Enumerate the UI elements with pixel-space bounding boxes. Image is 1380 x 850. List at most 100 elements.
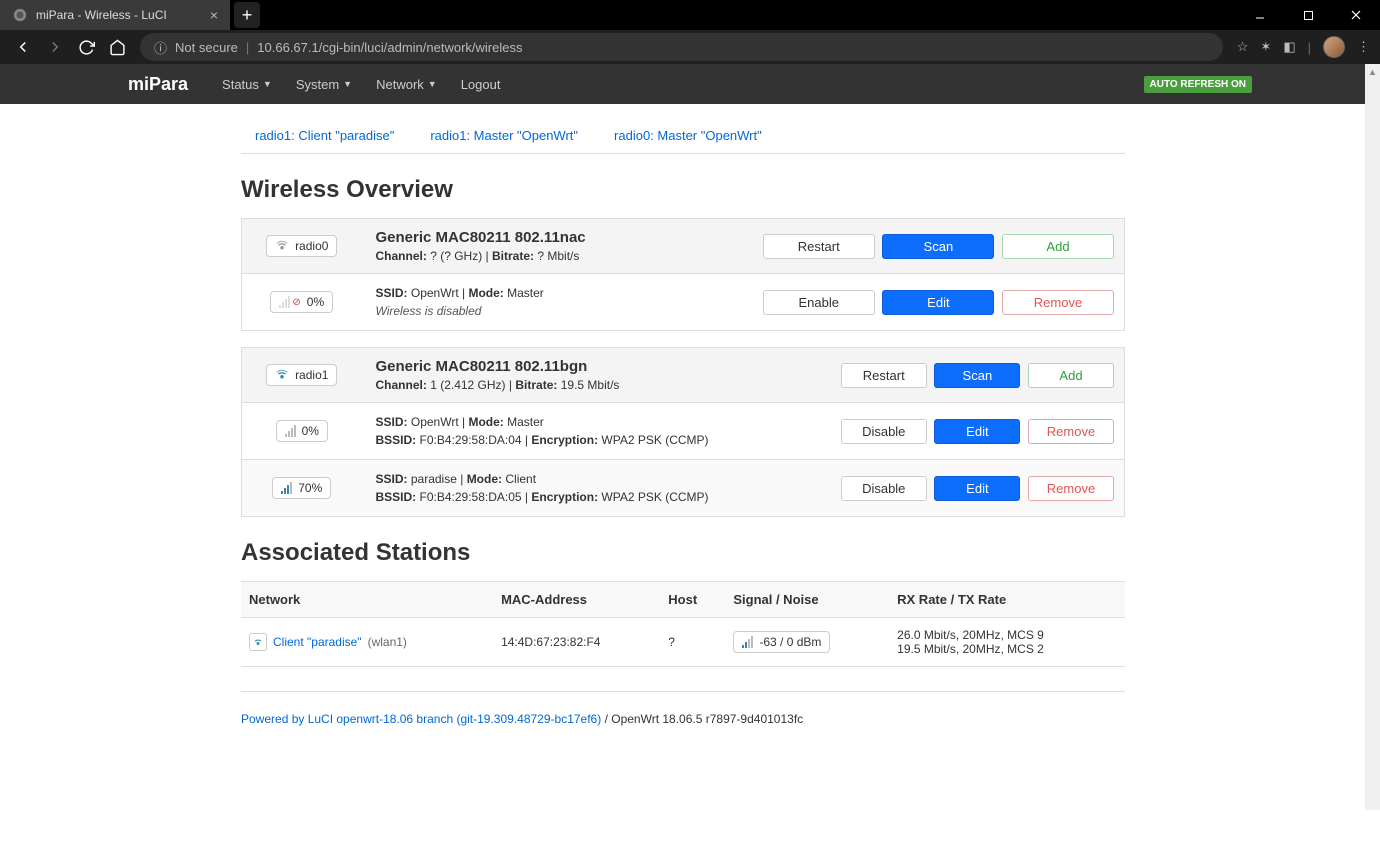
device-title: Generic MAC80211 802.11bgn xyxy=(376,358,761,375)
assoc-mac: 14:4D:67:23:82:F4 xyxy=(493,618,660,667)
device-title: Generic MAC80211 802.11nac xyxy=(376,229,735,246)
table-header-row: Network MAC-Address Host Signal / Noise … xyxy=(241,582,1125,618)
disable-button[interactable]: Disable xyxy=(841,476,927,501)
star-icon[interactable]: ☆ xyxy=(1237,39,1249,55)
tab-title: miPara - Wireless - LuCI xyxy=(36,8,167,22)
menu-status[interactable]: Status▼ xyxy=(222,77,272,92)
menu-network[interactable]: Network▼ xyxy=(376,77,437,92)
scan-button[interactable]: Scan xyxy=(882,234,994,259)
network-row: ⊘ 0% SSID: OpenWrt | Mode: Master Wirele… xyxy=(242,274,1125,331)
separator: | xyxy=(246,40,249,55)
chevron-down-icon: ▼ xyxy=(263,79,272,89)
footer-text: / OpenWrt 18.06.5 r7897-9d401013fc xyxy=(601,712,803,726)
window-controls xyxy=(1236,0,1380,30)
device-row-radio0: radio0 Generic MAC80211 802.11nac Channe… xyxy=(242,219,1125,274)
network-row: 70% SSID: paradise | Mode: Client BSSID:… xyxy=(242,460,1125,517)
signal-icon xyxy=(742,636,753,648)
assoc-rate: 26.0 Mbit/s, 20MHz, MCS 9 19.5 Mbit/s, 2… xyxy=(889,618,1125,667)
sub-tabs: radio1: Client "paradise" radio1: Master… xyxy=(241,120,1125,154)
remove-button[interactable]: Remove xyxy=(1028,419,1114,444)
window-close-button[interactable] xyxy=(1332,0,1380,30)
signal-badge: ⊘ 0% xyxy=(270,291,333,313)
address-bar: ⓘ Not secure | 10.66.67.1/cgi-bin/luci/a… xyxy=(0,30,1380,64)
minimize-button[interactable] xyxy=(1236,0,1284,30)
section-title: Associated Stations xyxy=(241,539,1125,567)
disabled-icon: ⊘ xyxy=(292,297,300,308)
col-host: Host xyxy=(660,582,725,618)
radio-badge: radio0 xyxy=(266,235,337,257)
separator: | xyxy=(1308,40,1311,55)
add-button[interactable]: Add xyxy=(1028,363,1114,388)
edit-button[interactable]: Edit xyxy=(934,476,1020,501)
app-header: miPara Status▼ System▼ Network▼ Logout A… xyxy=(0,64,1380,104)
scrollbar[interactable]: ▲ xyxy=(1365,64,1380,810)
extension2-icon[interactable]: ◧ xyxy=(1283,39,1295,55)
maximize-button[interactable] xyxy=(1284,0,1332,30)
chevron-down-icon: ▼ xyxy=(343,79,352,89)
browser-chrome: miPara - Wireless - LuCI × + ⓘ Not secur… xyxy=(0,0,1380,64)
network-row: 0% SSID: OpenWrt | Mode: Master BSSID: F… xyxy=(242,403,1125,460)
assoc-iface: (wlan1) xyxy=(368,635,407,649)
forward-button[interactable] xyxy=(46,38,64,56)
tab-radio0-master[interactable]: radio0: Master "OpenWrt" xyxy=(614,128,762,143)
footer: Powered by LuCI openwrt-18.06 branch (gi… xyxy=(241,691,1125,726)
remove-button[interactable]: Remove xyxy=(1028,476,1114,501)
close-icon[interactable]: × xyxy=(210,7,218,23)
wireless-overview-table: radio0 Generic MAC80211 802.11nac Channe… xyxy=(241,218,1125,331)
url-input[interactable]: ⓘ Not secure | 10.66.67.1/cgi-bin/luci/a… xyxy=(140,33,1223,61)
table-row: Client "paradise" (wlan1) 14:4D:67:23:82… xyxy=(241,618,1125,667)
radio-badge: radio1 xyxy=(266,364,337,386)
remove-button[interactable]: Remove xyxy=(1002,290,1114,315)
edit-button[interactable]: Edit xyxy=(934,419,1020,444)
menu-system[interactable]: System▼ xyxy=(296,77,352,92)
wireless-overview-table-2: radio1 Generic MAC80211 802.11bgn Channe… xyxy=(241,347,1125,517)
associated-stations-table: Network MAC-Address Host Signal / Noise … xyxy=(241,581,1125,667)
col-signal: Signal / Noise xyxy=(725,582,889,618)
col-network: Network xyxy=(241,582,493,618)
restart-button[interactable]: Restart xyxy=(841,363,927,388)
tab-radio1-master[interactable]: radio1: Master "OpenWrt" xyxy=(430,128,578,143)
scan-button[interactable]: Scan xyxy=(934,363,1020,388)
brand[interactable]: miPara xyxy=(128,74,188,95)
menu-icon[interactable]: ⋮ xyxy=(1357,39,1370,55)
enable-button[interactable]: Enable xyxy=(763,290,875,315)
signal-icon xyxy=(285,425,296,437)
auto-refresh-badge[interactable]: AUTO REFRESH ON xyxy=(1144,76,1253,93)
radio-icon xyxy=(275,368,289,382)
tab-radio1-client[interactable]: radio1: Client "paradise" xyxy=(255,128,394,143)
tab-bar: miPara - Wireless - LuCI × + xyxy=(0,0,1380,30)
device-row-radio1: radio1 Generic MAC80211 802.11bgn Channe… xyxy=(242,348,1125,403)
add-button[interactable]: Add xyxy=(1002,234,1114,259)
device-subtitle: Channel: 1 (2.412 GHz) | Bitrate: 19.5 M… xyxy=(376,378,761,392)
new-tab-button[interactable]: + xyxy=(234,2,260,28)
footer-link[interactable]: Powered by LuCI openwrt-18.06 branch (gi… xyxy=(241,712,601,726)
signal-icon xyxy=(281,482,292,494)
menu-logout[interactable]: Logout xyxy=(461,77,501,92)
device-subtitle: Channel: ? (? GHz) | Bitrate: ? Mbit/s xyxy=(376,249,735,263)
favicon-icon xyxy=(12,7,28,23)
wifi-icon xyxy=(249,633,267,651)
not-secure-label: Not secure xyxy=(175,40,238,55)
home-button[interactable] xyxy=(109,39,126,56)
col-rate: RX Rate / TX Rate xyxy=(889,582,1125,618)
reload-button[interactable] xyxy=(78,39,95,56)
profile-avatar[interactable] xyxy=(1323,36,1345,58)
site-info-icon[interactable]: ⓘ xyxy=(154,38,167,57)
signal-icon xyxy=(279,296,290,308)
extension-icon[interactable]: ✶ xyxy=(1260,39,1271,55)
chevron-down-icon: ▼ xyxy=(428,79,437,89)
col-mac: MAC-Address xyxy=(493,582,660,618)
disable-button[interactable]: Disable xyxy=(841,419,927,444)
url-text: 10.66.67.1/cgi-bin/luci/admin/network/wi… xyxy=(257,40,522,55)
assoc-signal-badge: -63 / 0 dBm xyxy=(733,631,830,653)
scroll-up-icon[interactable]: ▲ xyxy=(1365,64,1380,80)
assoc-network-cell: Client "paradise" (wlan1) xyxy=(249,633,485,651)
signal-badge: 0% xyxy=(276,420,328,442)
assoc-network-link[interactable]: Client "paradise" xyxy=(273,635,362,649)
signal-badge: 70% xyxy=(272,477,331,499)
browser-tab[interactable]: miPara - Wireless - LuCI × xyxy=(0,0,230,30)
back-button[interactable] xyxy=(14,38,32,56)
restart-button[interactable]: Restart xyxy=(763,234,875,259)
radio-icon xyxy=(275,239,289,253)
edit-button[interactable]: Edit xyxy=(882,290,994,315)
